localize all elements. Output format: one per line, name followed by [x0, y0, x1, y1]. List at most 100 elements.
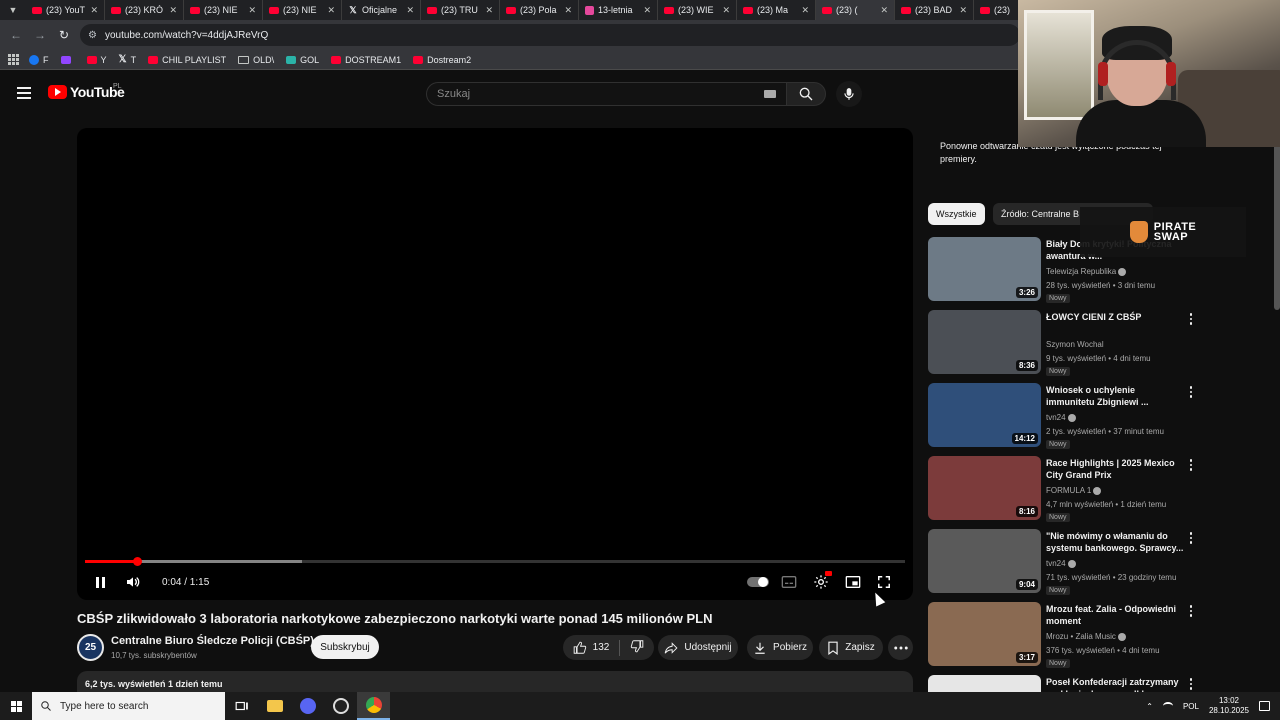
browser-tab[interactable]: (23) WIE ✕	[658, 0, 737, 20]
browser-tab[interactable]: 𝕏 Oficjalne ✕	[342, 0, 421, 20]
close-icon[interactable]: ✕	[327, 5, 335, 16]
bookmark-item[interactable]: OLD\	[238, 54, 274, 65]
more-actions-button[interactable]	[888, 635, 913, 660]
recommendation-channel[interactable]: tvn24	[1046, 559, 1076, 568]
video-thumbnail[interactable]: 8:36	[928, 310, 1041, 374]
close-icon[interactable]: ✕	[801, 5, 809, 16]
wifi-icon[interactable]	[1162, 702, 1173, 710]
video-player[interactable]: 0:04 / 1:15	[77, 128, 913, 600]
close-icon[interactable]: ✕	[564, 5, 572, 16]
bookmark-item[interactable]: Dostream2	[413, 54, 471, 65]
menu-hamburger-icon[interactable]	[17, 87, 31, 99]
bookmark-item[interactable]: 𝕏T	[119, 54, 137, 65]
recommendation-channel[interactable]: tvn24	[1046, 413, 1076, 422]
site-settings-icon[interactable]: ⚙	[88, 30, 97, 41]
tab-search-chevron-icon[interactable]: ▼	[0, 0, 26, 20]
chrome-button[interactable]	[357, 692, 390, 720]
forward-arrow-icon[interactable]: →	[30, 25, 50, 45]
recommendation-title[interactable]: "Nie mówimy o włamaniu do systemu bankow…	[1046, 530, 1184, 554]
start-button[interactable]	[0, 692, 32, 720]
close-icon[interactable]: ✕	[90, 5, 98, 16]
apps-grid-icon[interactable]	[8, 54, 19, 65]
voice-search-button[interactable]	[836, 81, 862, 107]
bookmark-item[interactable]: Y	[86, 54, 107, 65]
recommendation-title[interactable]: ŁOWCY CIENI Z CBŚP	[1046, 311, 1184, 323]
browser-tab[interactable]: (23) KRÓ ✕	[105, 0, 184, 20]
video-thumbnail[interactable]: 14:12	[928, 383, 1041, 447]
close-icon[interactable]: ✕	[722, 5, 730, 16]
recommendation-channel[interactable]: Mrozu • Zalia Music	[1046, 632, 1126, 641]
more-vertical-icon[interactable]	[1188, 459, 1194, 471]
browser-tab[interactable]: (23) BAD ✕	[895, 0, 974, 20]
share-button[interactable]: Udostępnij	[658, 635, 738, 660]
recommendation-item[interactable]: 14:12 Wniosek o uchylenie immunitetu Zbig…	[928, 383, 1198, 449]
task-view-button[interactable]	[225, 692, 258, 720]
subscribe-button[interactable]: Subskrybuj	[311, 635, 379, 659]
browser-tab[interactable]: (23) Ma ✕	[737, 0, 816, 20]
browser-tab[interactable]: (23) (✕	[816, 0, 895, 20]
recommendation-item[interactable]: 8:36 ŁOWCY CIENI Z CBŚP Szymon Wochal 9 tys…	[928, 310, 1198, 376]
close-icon[interactable]: ✕	[880, 5, 888, 16]
url-text[interactable]: youtube.com/watch?v=4ddjAJReVrQ	[105, 30, 268, 41]
browser-tab[interactable]: (23) TRU ✕	[421, 0, 500, 20]
language-indicator[interactable]: POL	[1183, 702, 1199, 711]
notifications-icon[interactable]	[1259, 701, 1270, 711]
more-vertical-icon[interactable]	[1188, 532, 1194, 544]
video-thumbnail[interactable]: 8:16	[928, 456, 1041, 520]
back-arrow-icon[interactable]: ←	[6, 25, 26, 45]
obs-button[interactable]	[324, 692, 357, 720]
browser-tab[interactable]: (23) NIE ✕	[184, 0, 263, 20]
pause-button[interactable]	[93, 574, 107, 590]
bookmark-item[interactable]: DOSTREAM1	[331, 54, 401, 65]
channel-avatar[interactable]: 25	[77, 634, 104, 661]
bookmark-item[interactable]	[60, 54, 75, 65]
video-thumbnail[interactable]: 3:17	[928, 602, 1041, 666]
search-input[interactable]: Szukaj	[426, 82, 786, 106]
subtitles-button[interactable]	[781, 574, 797, 590]
discord-button[interactable]	[291, 692, 324, 720]
close-icon[interactable]: ✕	[959, 5, 967, 16]
volume-button[interactable]	[125, 574, 141, 590]
progress-bar[interactable]	[85, 557, 905, 566]
browser-tab[interactable]: (23) Pola ✕	[500, 0, 579, 20]
video-thumbnail[interactable]: 9:04	[928, 529, 1041, 593]
dislike-button[interactable]	[630, 639, 644, 656]
scrubber-handle[interactable]	[132, 557, 142, 566]
bookmark-item[interactable]: F	[29, 54, 49, 65]
more-vertical-icon[interactable]	[1188, 313, 1194, 325]
taskbar-search-input[interactable]: Type here to search	[32, 692, 225, 720]
download-button[interactable]: Pobierz	[747, 635, 813, 660]
more-vertical-icon[interactable]	[1188, 386, 1194, 398]
browser-tab[interactable]: (23) NIE ✕	[263, 0, 342, 20]
recommendation-item[interactable]: 9:04 "Nie mówimy o włamaniu do systemu ba…	[928, 529, 1198, 595]
close-icon[interactable]: ✕	[169, 5, 177, 16]
close-icon[interactable]: ✕	[406, 5, 414, 16]
omnibox[interactable]: ⚙ youtube.com/watch?v=4ddjAJReVrQ	[80, 24, 1020, 46]
browser-tab[interactable]: (23) YouT ✕	[26, 0, 105, 20]
like-button[interactable]: 132	[573, 641, 609, 655]
recommendation-item[interactable]: 3:17 Mrozu feat. Zalia - Odpowiedni momen…	[928, 602, 1198, 668]
channel-name[interactable]: Centralne Biuro Śledcze Policji (CBŚP)	[111, 635, 314, 647]
recommendation-channel[interactable]: Telewizja Republika	[1046, 267, 1127, 276]
fullscreen-button[interactable]	[877, 574, 891, 590]
browser-tab[interactable]: 13-letnia ✕	[579, 0, 658, 20]
close-icon[interactable]: ✕	[248, 5, 256, 16]
save-button[interactable]: Zapisz	[819, 635, 883, 660]
miniplayer-button[interactable]	[845, 574, 861, 590]
taskbar-clock[interactable]: 13:02 28.10.2025	[1209, 696, 1249, 716]
video-thumbnail[interactable]: 3:26	[928, 237, 1041, 301]
bookmark-item[interactable]: GOL	[286, 54, 319, 65]
close-icon[interactable]: ✕	[643, 5, 651, 16]
file-explorer-button[interactable]	[258, 692, 291, 720]
recommendation-channel[interactable]: FORMULA 1	[1046, 486, 1102, 495]
more-vertical-icon[interactable]	[1188, 678, 1194, 690]
more-vertical-icon[interactable]	[1188, 605, 1194, 617]
recommendation-title[interactable]: Mrozu feat. Zalia - Odpowiedni moment	[1046, 603, 1184, 627]
reload-icon[interactable]: ↻	[54, 25, 74, 45]
keyboard-icon[interactable]	[764, 90, 776, 98]
chip-all[interactable]: Wszystkie	[928, 203, 985, 225]
recommendation-item[interactable]: 8:16 Race Highlights | 2025 Mexico City G…	[928, 456, 1198, 522]
settings-button[interactable]	[813, 571, 832, 590]
close-icon[interactable]: ✕	[485, 5, 493, 16]
autoplay-toggle[interactable]	[747, 577, 769, 587]
